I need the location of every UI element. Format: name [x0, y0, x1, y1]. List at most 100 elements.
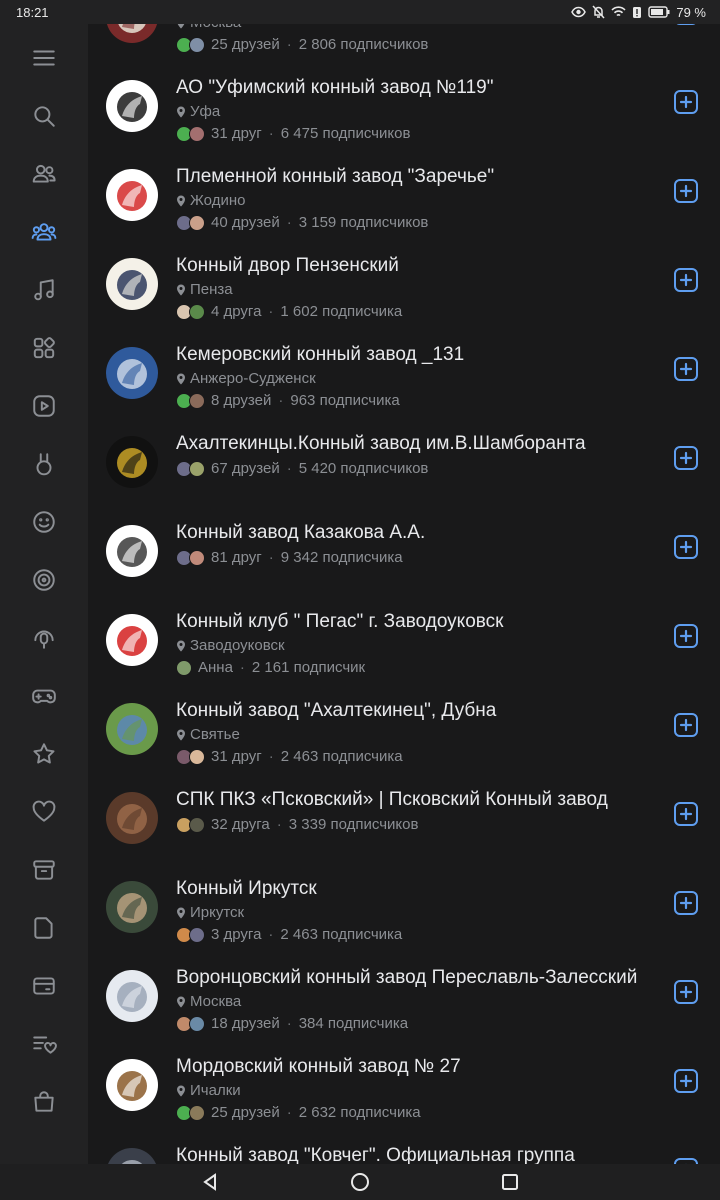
battery-percent: 79 %	[676, 4, 706, 20]
community-title[interactable]: Конный завод "Ахалтекинец", Дубна	[176, 699, 666, 723]
community-avatar[interactable]	[106, 881, 158, 933]
community-title[interactable]: Воронцовский конный завод Переславль-Зал…	[176, 966, 666, 990]
community-title[interactable]: Племенной конный завод "Заречье"	[176, 165, 666, 189]
community-row[interactable]: АО "Уфимский конный завод №119" Уфа 31 дру…	[88, 54, 720, 143]
friends-icon[interactable]	[22, 152, 66, 196]
archive-icon[interactable]	[22, 848, 66, 892]
friend-avatars	[176, 927, 205, 943]
system-nav-bar	[0, 1164, 720, 1200]
shop-icon[interactable]	[22, 1080, 66, 1124]
community-avatar[interactable]	[106, 347, 158, 399]
clips-icon[interactable]	[22, 442, 66, 486]
community-avatar[interactable]	[106, 970, 158, 1022]
join-community-button[interactable]	[674, 624, 698, 648]
community-row[interactable]: Конный клуб " Пегас" г. Заводоуковск Заво…	[88, 588, 720, 677]
search-icon[interactable]	[22, 94, 66, 138]
community-row[interactable]: Племенной конный завод "Заречье" Жодино 40…	[88, 143, 720, 232]
community-avatar[interactable]	[106, 1059, 158, 1111]
join-community-button[interactable]	[674, 357, 698, 381]
menu-icon[interactable]	[22, 36, 66, 80]
join-community-button[interactable]	[674, 535, 698, 559]
video-icon[interactable]	[22, 384, 66, 428]
join-community-button[interactable]	[674, 268, 698, 292]
community-title[interactable]: Ахалтекинцы.Конный завод им.В.Шамборанта	[176, 432, 666, 456]
community-meta: 81 друг · 9 342 подписчика	[176, 549, 666, 567]
join-community-button[interactable]	[674, 179, 698, 203]
community-row[interactable]: Конный завод "Ахалтекинец", Дубна Святье 3…	[88, 677, 720, 766]
community-row[interactable]: Мордовский конный завод № 27 Ичалки 25 дру…	[88, 1033, 720, 1122]
plus-icon	[679, 629, 693, 643]
community-title[interactable]: СПК ПКЗ «Псковский» | Псковский Конный з…	[176, 788, 666, 812]
communities-icon[interactable]	[22, 210, 66, 254]
community-title[interactable]: Конный клуб " Пегас" г. Заводоуковск	[176, 610, 666, 634]
community-row[interactable]: Воронцовский конный завод Переславль-Зал…	[88, 944, 720, 1033]
community-avatar[interactable]	[106, 525, 158, 577]
friends-count: 18 друзей	[211, 1015, 280, 1032]
stickers-icon[interactable]	[22, 500, 66, 544]
community-avatar[interactable]	[106, 614, 158, 666]
community-title[interactable]: Конный двор Пензенский	[176, 254, 666, 278]
community-title[interactable]: Конный завод "Ковчег". Официальная групп…	[176, 1144, 666, 1164]
community-meta: 67 друзей · 5 420 подписчиков	[176, 460, 666, 478]
community-avatar[interactable]	[106, 80, 158, 132]
music-icon[interactable]	[22, 268, 66, 312]
community-avatar[interactable]	[106, 792, 158, 844]
join-community-button[interactable]	[674, 90, 698, 114]
friend-avatar	[189, 126, 205, 142]
community-row[interactable]: Конный завод "Ковчег". Официальная групп…	[88, 1122, 720, 1164]
community-title[interactable]: АО "Уфимский конный завод №119"	[176, 76, 666, 100]
community-avatar[interactable]	[106, 258, 158, 310]
subscribers-count: 5 420 подписчиков	[298, 460, 429, 477]
location-pin-icon	[177, 907, 185, 919]
communities-list: Конный завод НоворотЪ "Продажа лошадей"М…	[88, 0, 720, 1164]
location-pin-icon	[177, 373, 185, 385]
payments-icon[interactable]	[22, 964, 66, 1008]
community-row[interactable]: Ахалтекинцы.Конный завод им.В.Шамборанта…	[88, 410, 720, 499]
subscribers-count: 2 632 подписчика	[298, 1104, 421, 1121]
join-community-button[interactable]	[674, 802, 698, 826]
friends-count: 8 друзей	[211, 392, 272, 409]
community-city: Пенза	[176, 281, 666, 299]
home-button[interactable]	[340, 1167, 380, 1197]
join-community-button[interactable]	[674, 891, 698, 915]
recents-button[interactable]	[490, 1167, 530, 1197]
games-target-icon[interactable]	[22, 558, 66, 602]
subscribers-count: 1 602 подписчика	[280, 303, 403, 320]
community-avatar[interactable]	[106, 1148, 158, 1164]
friends-count: 25 друзей	[211, 1104, 280, 1121]
join-community-button[interactable]	[674, 980, 698, 1004]
community-title[interactable]: Конный Иркутск	[176, 877, 666, 901]
community-row[interactable]: Конный завод Казакова А.А. 81 друг · 9 342 …	[88, 499, 720, 588]
wishlist-icon[interactable]	[22, 1022, 66, 1066]
friend-avatars	[176, 304, 205, 320]
friends-count: 3 друга	[211, 926, 262, 943]
join-community-button[interactable]	[674, 1069, 698, 1093]
community-row[interactable]: Конный двор Пензенский Пенза 4 друга · 1 602…	[88, 232, 720, 321]
join-community-button[interactable]	[674, 713, 698, 737]
community-title[interactable]: Конный завод Казакова А.А.	[176, 521, 666, 545]
community-title[interactable]: Кемеровский конный завод _131	[176, 343, 666, 367]
friend-avatar	[189, 304, 205, 320]
community-city: Анжеро-Судженск	[176, 370, 666, 388]
bookmarks-icon[interactable]	[22, 732, 66, 776]
community-meta: 18 друзей · 384 подписчика	[176, 1015, 666, 1033]
community-row[interactable]: Кемеровский конный завод _131 Анжеро-Судж…	[88, 321, 720, 410]
community-row[interactable]: Конный Иркутск Иркутск 3 друга · 2 463 подпи…	[88, 855, 720, 944]
community-avatar[interactable]	[106, 703, 158, 755]
back-button[interactable]	[190, 1167, 230, 1197]
community-avatar[interactable]	[106, 169, 158, 221]
community-title[interactable]: Мордовский конный завод № 27	[176, 1055, 666, 1079]
community-row[interactable]: СПК ПКЗ «Псковский» | Псковский Конный з…	[88, 766, 720, 855]
gamepad-icon[interactable]	[22, 674, 66, 718]
location-pin-icon	[177, 729, 185, 741]
services-icon[interactable]	[22, 326, 66, 370]
podcasts-icon[interactable]	[22, 616, 66, 660]
location-pin-icon	[177, 996, 185, 1008]
documents-icon[interactable]	[22, 906, 66, 950]
join-community-button[interactable]	[674, 446, 698, 470]
community-avatar[interactable]	[106, 436, 158, 488]
friend-avatar	[189, 927, 205, 943]
community-meta: Анна · 2 161 подписчик	[176, 659, 666, 677]
favorites-icon[interactable]	[22, 790, 66, 834]
friends-count: 31 друг	[211, 748, 262, 765]
